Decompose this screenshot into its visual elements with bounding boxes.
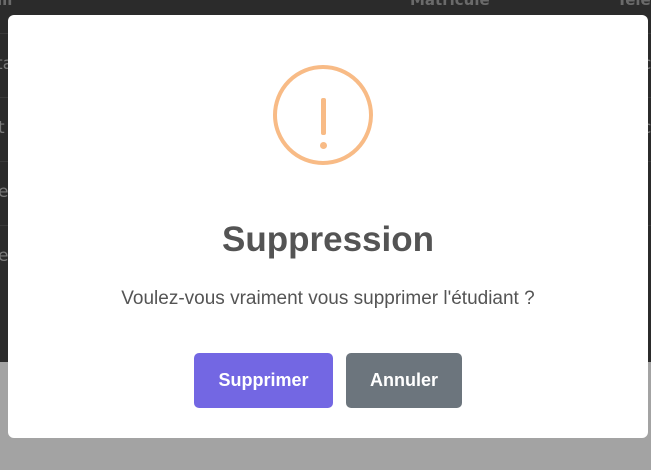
confirm-delete-dialog: Suppression Voulez-vous vraiment vous su… (8, 15, 648, 438)
dialog-title: Suppression (222, 220, 434, 259)
exclamation-dot (320, 142, 327, 149)
column-header-matricule: Matricule (410, 0, 490, 9)
warning-icon (273, 65, 373, 165)
confirm-delete-button[interactable]: Supprimer (194, 353, 333, 408)
cancel-button[interactable]: Annuler (346, 353, 462, 408)
column-header-telephone: Tele (617, 0, 651, 9)
exclamation-bar (321, 98, 326, 135)
table-header: ail Matricule Tele (0, 0, 651, 9)
table-cell: t (0, 118, 5, 138)
dialog-message: Voulez-vous vraiment vous supprimer l'ét… (121, 288, 535, 309)
column-header-email: ail (0, 0, 13, 9)
